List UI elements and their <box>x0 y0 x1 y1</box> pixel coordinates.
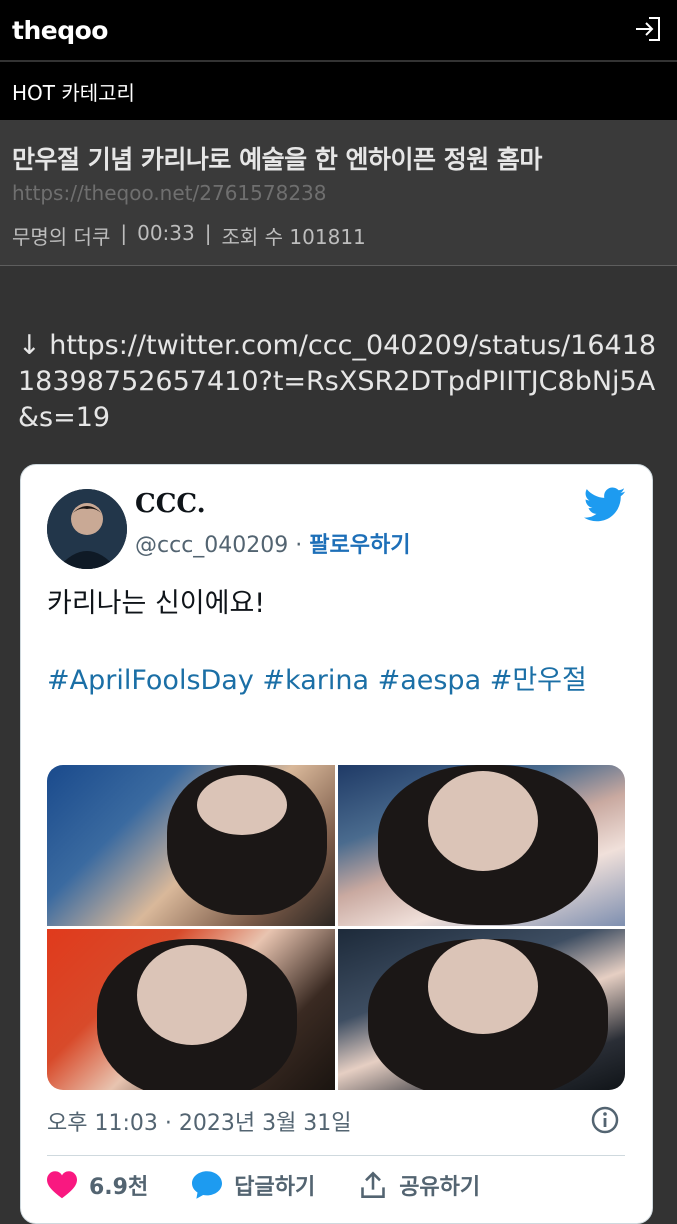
tweet-handle-row: @ccc_040209 · 팔로우하기 <box>135 527 410 559</box>
divider <box>47 1155 625 1156</box>
tweet-photo[interactable] <box>337 929 625 1090</box>
share-button[interactable]: 공유하기 <box>359 1169 480 1201</box>
tweet-handle[interactable]: @ccc_040209 <box>135 533 288 558</box>
tweet-display-name[interactable]: CCC. <box>135 489 206 519</box>
tweet-hashtags[interactable]: #AprilFoolsDay #karina #aespa #만우절 <box>47 663 627 699</box>
category-bar[interactable]: HOT 카테고리 <box>0 62 677 120</box>
meta-separator: | <box>120 221 128 245</box>
login-icon[interactable] <box>633 14 663 44</box>
tweet-actions: 6.9천 답글하기 공유하기 <box>47 1165 625 1205</box>
info-icon[interactable] <box>590 1105 620 1135</box>
tweet-link[interactable]: ↓ https://twitter.com/ccc_040209/status/… <box>18 328 658 436</box>
speech-bubble-icon <box>192 1171 223 1199</box>
tweet-photo[interactable] <box>337 765 625 926</box>
avatar[interactable] <box>47 489 127 569</box>
category-label[interactable]: HOT 카테고리 <box>12 77 135 106</box>
meta-separator: | <box>204 221 212 245</box>
tweet-embed[interactable]: CCC. @ccc_040209 · 팔로우하기 카리나는 신이에요! #Apr… <box>20 464 653 1224</box>
share-icon <box>361 1171 385 1198</box>
like-count: 6.9천 <box>89 1175 149 1200</box>
reply-label: 답글하기 <box>234 1175 316 1200</box>
follow-button[interactable]: 팔로우하기 <box>309 533 410 558</box>
post-time: 00:33 <box>137 221 195 245</box>
share-label: 공유하기 <box>399 1175 481 1200</box>
post-author: 무명의 더쿠 <box>12 225 111 249</box>
tweet-photo[interactable] <box>47 765 335 926</box>
tweet-timestamp[interactable]: 오후 11:03 · 2023년 3월 31일 <box>47 1105 352 1137</box>
top-bar: theqoo <box>0 0 677 60</box>
tweet-text: 카리나는 신이에요! <box>47 588 266 619</box>
post-meta: 무명의 더쿠 | 00:33 | 조회 수 101811 <box>12 221 366 250</box>
tweet-photo-grid <box>47 765 625 1090</box>
reply-button[interactable]: 답글하기 <box>192 1169 315 1201</box>
site-logo[interactable]: theqoo <box>12 16 108 45</box>
post-views: 조회 수 101811 <box>221 225 366 249</box>
heart-icon <box>47 1171 77 1199</box>
post-title: 만우절 기념 카리나로 예술을 한 엔하이픈 정원 홈마 <box>12 145 542 174</box>
like-button[interactable]: 6.9천 <box>47 1169 148 1201</box>
tweet-photo[interactable] <box>47 929 335 1090</box>
twitter-bird-icon[interactable] <box>584 487 626 523</box>
post-url[interactable]: https://theqoo.net/2761578238 <box>12 181 327 205</box>
dot-separator: · <box>295 533 303 558</box>
